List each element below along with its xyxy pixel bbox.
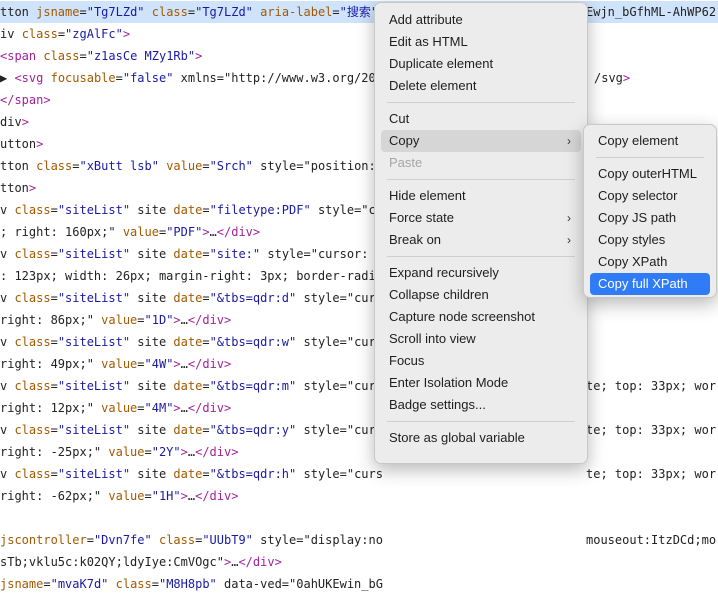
- menu-separator: [387, 256, 575, 257]
- submenu-item-copy-outerhtml[interactable]: Copy outerHTML: [590, 163, 710, 185]
- submenu-item-copy-selector[interactable]: Copy selector: [590, 185, 710, 207]
- menu-item-store-as-global-variable[interactable]: Store as global variable: [381, 427, 581, 449]
- menu-item-label: Copy element: [598, 133, 679, 148]
- code-line[interactable]: v class="siteList" site date="filetype:P…: [0, 199, 383, 221]
- code-line[interactable]: v class="siteList" site date="&tbs=qdr:h…: [0, 463, 383, 485]
- code-line[interactable]: right: 86px;" value="1D">…</div>: [0, 309, 231, 331]
- code-line[interactable]: right: 12px;" value="4M">…</div>: [0, 397, 231, 419]
- menu-item-label: Store as global variable: [389, 430, 525, 445]
- code-line[interactable]: right: -25px;" value="2Y">…</div>: [0, 441, 238, 463]
- menu-item-force-state[interactable]: Force state ›: [381, 207, 581, 229]
- chevron-right-icon: ›: [567, 211, 571, 225]
- menu-item-break-on[interactable]: Break on ›: [381, 229, 581, 251]
- menu-item-label: Scroll into view: [389, 331, 476, 346]
- menu-item-cut[interactable]: Cut: [381, 108, 581, 130]
- menu-item-badge-settings[interactable]: Badge settings...: [381, 394, 581, 416]
- menu-item-scroll-into-view[interactable]: Scroll into view: [381, 328, 581, 350]
- context-menu: Add attribute Edit as HTML Duplicate eleme…: [374, 2, 588, 464]
- code-line[interactable]: v class="siteList" site date="&tbs=qdr:m…: [0, 375, 383, 397]
- menu-item-duplicate-element[interactable]: Duplicate element: [381, 53, 581, 75]
- menu-item-capture-node-screenshot[interactable]: Capture node screenshot: [381, 306, 581, 328]
- submenu-item-copy-element[interactable]: Copy element: [590, 130, 710, 152]
- menu-item-label: Copy JS path: [598, 210, 677, 225]
- menu-item-label: Add attribute: [389, 12, 463, 27]
- menu-separator: [387, 179, 575, 180]
- code-line[interactable]: sTb;vklu5c:k02QY;ldyIye:CmVOgc">…</div>: [0, 551, 282, 573]
- code-line[interactable]: tton>: [0, 177, 36, 199]
- menu-item-label: Delete element: [389, 78, 477, 93]
- code-line-fragment: /svg>: [594, 71, 631, 85]
- code-line-fragment: te; top: 33px; wor: [586, 467, 717, 481]
- menu-item-label: Force state: [389, 210, 455, 225]
- menu-item-label: Copy outerHTML: [598, 166, 697, 181]
- code-line-fragment: te; top: 33px; wor: [586, 423, 717, 437]
- menu-item-label: Edit as HTML: [389, 34, 468, 49]
- menu-item-label: Capture node screenshot: [389, 309, 535, 324]
- menu-item-label: Duplicate element: [389, 56, 494, 71]
- code-line[interactable]: v class="siteList" site date="&tbs=qdr:d…: [0, 287, 383, 309]
- menu-separator: [596, 157, 704, 158]
- menu-item-collapse-children[interactable]: Collapse children: [381, 284, 581, 306]
- submenu-item-copy-xpath[interactable]: Copy XPath: [590, 251, 710, 273]
- submenu-item-copy-styles[interactable]: Copy styles: [590, 229, 710, 251]
- submenu-item-copy-full-xpath[interactable]: Copy full XPath: [590, 273, 710, 295]
- menu-item-label: Paste: [389, 155, 423, 170]
- code-line-fragment: Ewjn_bGfhML-AhWP62: [586, 5, 717, 19]
- code-line[interactable]: v class="siteList" site date="&tbs=qdr:y…: [0, 419, 383, 441]
- copy-submenu: Copy element Copy outerHTML Copy selector C…: [583, 124, 717, 298]
- menu-item-label: Copy XPath: [598, 254, 668, 269]
- code-line[interactable]: tton class="xButt lsb" value="Srch" styl…: [0, 155, 376, 177]
- code-line[interactable]: right: -62px;" value="1H">…</div>: [0, 485, 238, 507]
- submenu-item-copy-js-path[interactable]: Copy JS path: [590, 207, 710, 229]
- menu-item-label: Copy full XPath: [598, 276, 688, 291]
- code-line[interactable]: <span class="z1asCe MZy1Rb">: [0, 45, 202, 67]
- chevron-right-icon: ›: [567, 134, 571, 148]
- menu-item-paste: Paste: [381, 152, 581, 174]
- code-line[interactable]: </span>: [0, 89, 51, 111]
- menu-item-label: Break on: [389, 232, 442, 247]
- menu-item-edit-as-html[interactable]: Edit as HTML: [381, 31, 581, 53]
- code-line-fragment: te; top: 33px; wor: [586, 379, 717, 393]
- code-line[interactable]: utton>: [0, 133, 43, 155]
- code-line[interactable]: ; right: 160px;" value="PDF">…</div>: [0, 221, 260, 243]
- code-line[interactable]: iv class="zgAlFc">: [0, 23, 130, 45]
- menu-item-label: Copy selector: [598, 188, 678, 203]
- menu-item-label: Focus: [389, 353, 425, 368]
- chevron-right-icon: ›: [567, 233, 571, 247]
- menu-item-label: Expand recursively: [389, 265, 499, 280]
- menu-item-copy[interactable]: Copy ›: [381, 130, 581, 152]
- menu-item-expand-recursively[interactable]: Expand recursively: [381, 262, 581, 284]
- menu-item-enter-isolation-mode[interactable]: Enter Isolation Mode: [381, 372, 581, 394]
- menu-item-label: Copy styles: [598, 232, 666, 247]
- menu-item-hide-element[interactable]: Hide element: [381, 185, 581, 207]
- code-line[interactable]: ▶ <svg focusable="false" xmlns="http://w…: [0, 67, 383, 89]
- code-line[interactable]: div>: [0, 111, 29, 133]
- code-line[interactable]: : 123px; width: 26px; margin-right: 3px;…: [0, 265, 376, 287]
- menu-separator: [387, 421, 575, 422]
- menu-item-label: Badge settings...: [389, 397, 486, 412]
- code-line[interactable]: jsname="mvaK7d" class="M8H8pb" data-ved=…: [0, 573, 383, 595]
- code-line[interactable]: v class="siteList" site date="site:" sty…: [0, 243, 383, 265]
- menu-item-label: Enter Isolation Mode: [389, 375, 509, 390]
- menu-separator: [387, 102, 575, 103]
- code-line[interactable]: right: 49px;" value="4W">…</div>: [0, 353, 231, 375]
- code-line-fragment: mouseout:ItzDCd;mo: [586, 533, 717, 547]
- menu-item-label: Hide element: [389, 188, 466, 203]
- menu-item-add-attribute[interactable]: Add attribute: [381, 9, 581, 31]
- menu-item-delete-element[interactable]: Delete element: [381, 75, 581, 97]
- menu-item-label: Collapse children: [389, 287, 489, 302]
- menu-item-label: Cut: [389, 111, 410, 126]
- menu-item-focus[interactable]: Focus: [381, 350, 581, 372]
- code-line[interactable]: jscontroller="Dvn7fe" class="UUbT9" styl…: [0, 529, 383, 551]
- menu-item-label: Copy: [389, 133, 420, 148]
- code-line[interactable]: v class="siteList" site date="&tbs=qdr:w…: [0, 331, 383, 353]
